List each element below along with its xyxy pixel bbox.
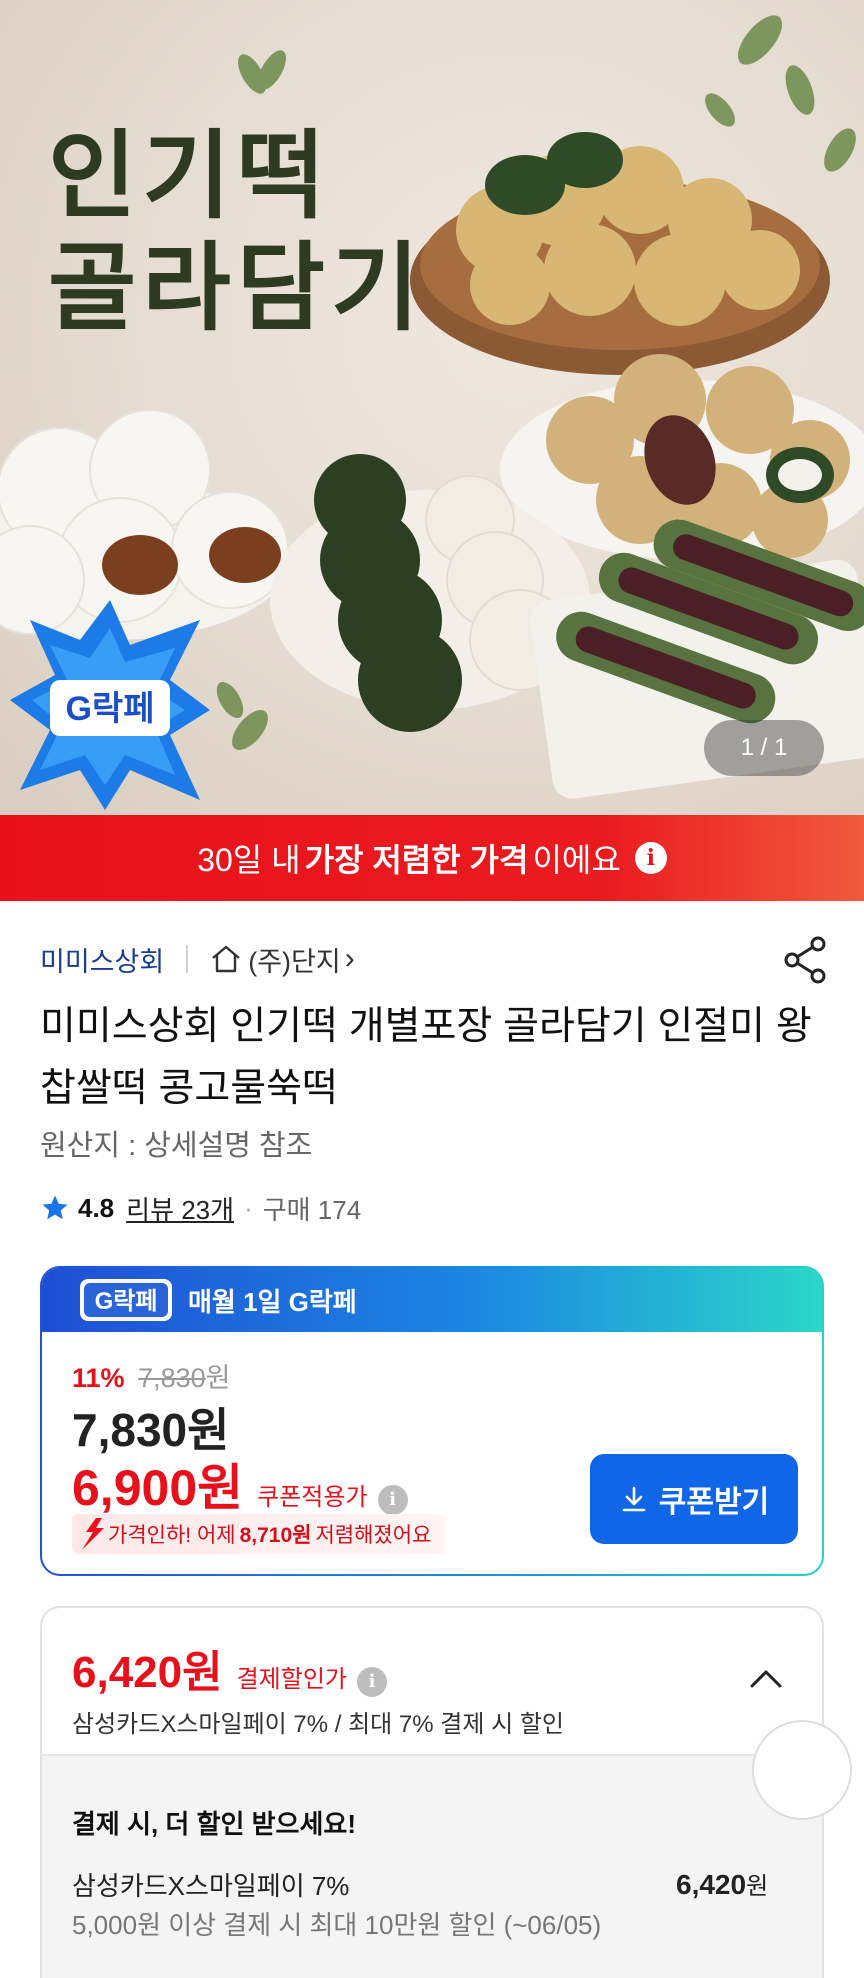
card-benefit-name: 삼성카드X스마일페이 7% xyxy=(72,1871,350,1901)
g-festival-logo: G락페 xyxy=(80,1279,172,1321)
g-festival-badge: G락페 xyxy=(10,600,210,810)
rating-row: 4.8 리뷰 23개 · 구매 174 xyxy=(40,1188,361,1228)
lowest-price-banner[interactable]: 30일 내 가장 저렴한 가격 이에요 i xyxy=(0,815,864,901)
chevron-right-icon: › xyxy=(344,942,355,975)
store-link[interactable]: (주)단지 › xyxy=(210,940,355,979)
payment-price-label: 결제할인가 xyxy=(236,1666,347,1693)
scroll-top-button[interactable] xyxy=(752,1720,852,1820)
reviews-link[interactable]: 리뷰 23개 xyxy=(126,1190,234,1227)
home-icon xyxy=(212,945,240,973)
seller-row: 미미스상회 (주)단지 › xyxy=(40,934,355,984)
origin-text: 원산지 : 상세설명 참조 xyxy=(40,1130,313,1162)
original-price: 7,830 xyxy=(138,1363,206,1393)
payment-detail-heading: 결제 시, 더 할인 받으세요! xyxy=(72,1809,356,1839)
seller-name-link[interactable]: 미미스상회 xyxy=(40,940,164,979)
separator-dot: · xyxy=(244,1192,253,1223)
discount-percent: 11% xyxy=(72,1363,125,1393)
original-price-unit: 원 xyxy=(205,1363,231,1393)
coupon-card: G락페 매월 1일 G락페 11% 7,830원 7,830원 6,900원 쿠… xyxy=(40,1266,824,1576)
coupon-header: G락페 매월 1일 G락페 xyxy=(42,1268,822,1332)
coupon-price-row: 6,900원 쿠폰적용가 i xyxy=(72,1448,408,1520)
card-benefit-price: 6,420원 xyxy=(676,1866,768,1901)
payment-discount-card: 6,420원 결제할인가 i 삼성카드X스마일페이 7% / 최대 7% 결제 … xyxy=(40,1606,824,1978)
svg-text:G락페: G락페 xyxy=(95,1288,158,1315)
discount-line: 11% 7,830원 xyxy=(72,1356,231,1395)
hero-title: 인기떡 골라담기 xyxy=(48,120,428,344)
chevron-up-icon[interactable] xyxy=(746,1664,786,1694)
image-counter: 1 / 1 xyxy=(704,720,824,776)
hero-title-line1: 인기떡 xyxy=(48,119,331,232)
product-title: 미미스상회 인기떡 개별포장 골라담기 인절미 왕찹쌀떡 콩고물쑥떡 xyxy=(40,1005,812,1110)
price-drop-prefix: 가격인하! 어제 xyxy=(108,1524,236,1547)
payment-price-row: 6,420원 결제할인가 i xyxy=(72,1636,387,1700)
share-icon[interactable] xyxy=(780,934,832,986)
banner-highlight: 가장 저렴한 가격 xyxy=(304,842,529,878)
coupon-header-text: 매월 1일 G락페 xyxy=(188,1286,357,1317)
svg-text:G락페: G락페 xyxy=(65,690,154,728)
price-drop-amount: 8,710원 xyxy=(239,1524,312,1547)
purchase-count: 구매 174 xyxy=(262,1194,362,1225)
card-benefit-price-unit: 원 xyxy=(746,1873,769,1900)
payment-subtext: 삼성카드X스마일페이 7% / 최대 7% 결제 시 할인 xyxy=(72,1711,565,1738)
banner-suffix: 이에요 xyxy=(532,842,621,878)
star-icon xyxy=(42,1195,68,1220)
payment-detail-panel: 결제 시, 더 할인 받으세요! 삼성카드X스마일페이 7% 5,000원 이상… xyxy=(42,1754,822,1978)
download-icon xyxy=(622,1486,646,1512)
product-hero-image[interactable]: 인기떡 골라담기 G락페 1 / 1 xyxy=(0,0,864,815)
card-benefit-description: 5,000원 이상 결제 시 최대 10만원 할인 (~06/05) xyxy=(72,1910,602,1940)
payment-price: 6,420원 xyxy=(72,1648,223,1697)
info-icon[interactable]: i xyxy=(634,842,667,874)
price-drop-notice: 가격인하! 어제 8,710원 저렴해졌어요 xyxy=(72,1514,446,1554)
rating-score: 4.8 xyxy=(78,1192,115,1223)
info-icon[interactable]: i xyxy=(357,1666,387,1697)
coupon-price-label: 쿠폰적용가 xyxy=(257,1484,368,1511)
get-coupon-label: 쿠폰받기 xyxy=(658,1486,770,1519)
get-coupon-button[interactable]: 쿠폰받기 xyxy=(590,1454,798,1544)
divider xyxy=(186,945,189,973)
card-benefit-price-value: 6,420 xyxy=(676,1869,747,1900)
info-icon[interactable]: i xyxy=(377,1484,408,1515)
price-drop-suffix: 저렴해졌어요 xyxy=(315,1524,432,1547)
store-name: (주)단지 xyxy=(248,946,341,977)
hero-title-line2: 골라담기 xyxy=(48,231,426,344)
banner-prefix: 30일 내 xyxy=(197,842,301,878)
price-drop-arrow-icon xyxy=(82,1518,104,1550)
coupon-price: 6,900원 xyxy=(72,1460,244,1516)
